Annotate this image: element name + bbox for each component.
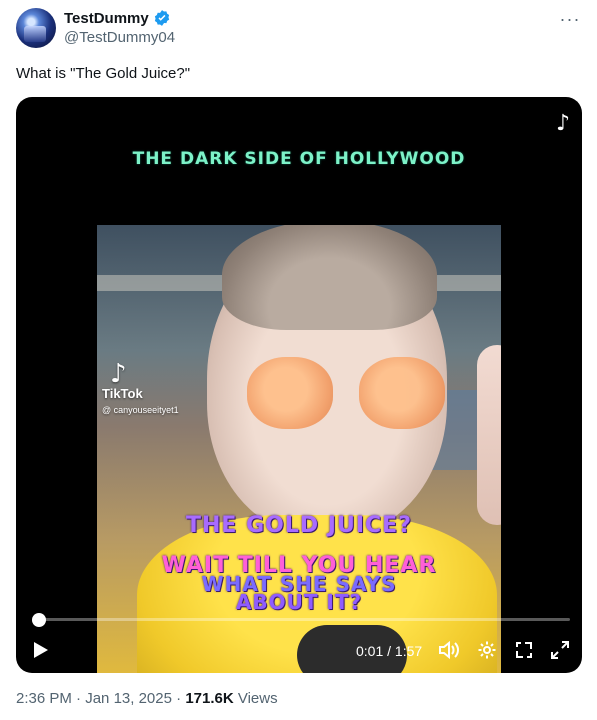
fullscreen-button[interactable] bbox=[548, 639, 572, 661]
more-horizontal-icon: ··· bbox=[559, 8, 581, 29]
display-name[interactable]: TestDummy bbox=[64, 10, 149, 27]
tweet-time[interactable]: 2:36 PM bbox=[16, 690, 72, 707]
tiktok-logo-icon: ♪ bbox=[110, 359, 127, 389]
settings-icon bbox=[478, 641, 496, 659]
meta-separator: · bbox=[176, 690, 182, 707]
video-controls: 0:01 / 1:57 bbox=[16, 635, 582, 665]
pip-icon bbox=[516, 642, 532, 658]
tiktok-user: @ canyouseeityet1 bbox=[102, 405, 179, 415]
tiktok-brand: TikTok bbox=[102, 386, 143, 401]
overlay-line-1: THE GOLD JUICE? bbox=[186, 513, 412, 538]
fullscreen-icon bbox=[551, 641, 569, 659]
views-count: 171.6K bbox=[185, 690, 234, 707]
meta-separator: · bbox=[76, 690, 82, 707]
play-button[interactable] bbox=[30, 639, 52, 661]
volume-button[interactable] bbox=[436, 639, 462, 661]
tweet-text: What is "The Gold Juice?" bbox=[16, 65, 191, 82]
tiktok-watermark: ♪ TikTok @ canyouseeityet1 bbox=[102, 361, 179, 417]
volume-icon bbox=[439, 640, 459, 660]
tweet-meta: 2:36 PM · Jan 13, 2025 · 171.6K Views bbox=[16, 690, 278, 707]
tweet-date[interactable]: Jan 13, 2025 bbox=[85, 690, 172, 707]
views-label: Views bbox=[237, 690, 278, 707]
verified-badge-icon bbox=[153, 9, 171, 27]
settings-button[interactable] bbox=[475, 639, 499, 661]
time-display: 0:01 / 1:57 bbox=[356, 643, 423, 659]
video-caption-top: THE DARK SIDE OF HOLLYWOOD bbox=[132, 149, 466, 169]
author-names: TestDummy @TestDummy04 bbox=[64, 8, 175, 48]
video-player[interactable]: THE DARK SIDE OF HOLLYWOOD ♪ ♪ TikTok @ … bbox=[16, 97, 582, 673]
avatar[interactable] bbox=[16, 8, 56, 48]
more-options-button[interactable]: ··· bbox=[559, 8, 581, 30]
pip-button[interactable] bbox=[512, 639, 536, 661]
progress-bar[interactable] bbox=[34, 618, 570, 621]
tweet-header: TestDummy @TestDummy04 ··· bbox=[16, 8, 581, 54]
tiktok-corner-icon: ♪ bbox=[555, 111, 570, 136]
overlay-line-4: ABOUT IT? bbox=[235, 590, 363, 614]
handle[interactable]: @TestDummy04 bbox=[64, 28, 175, 48]
play-icon bbox=[34, 642, 48, 658]
progress-scrubber[interactable] bbox=[31, 613, 46, 627]
